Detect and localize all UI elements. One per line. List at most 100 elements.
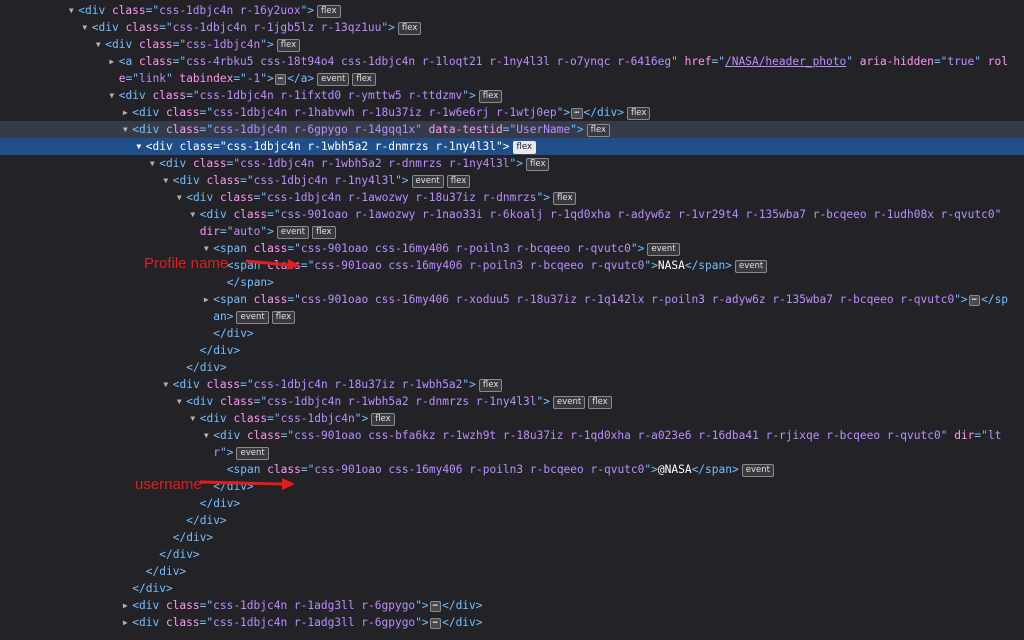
dom-node-row[interactable]: </div>	[0, 325, 1024, 342]
expand-triangle-icon[interactable]: ▼	[93, 36, 103, 53]
node-markup: <div class="css-1dbjc4n r-1adg3ll r-6gpy…	[132, 614, 1010, 631]
event-badge[interactable]: event	[236, 447, 269, 460]
dom-node-row[interactable]: ▼ <div class="css-1dbjc4n r-6gpygo r-14gq…	[0, 121, 1024, 138]
dom-node-row[interactable]: </div>	[0, 529, 1024, 546]
flex-badge[interactable]: flex	[397, 22, 422, 35]
expand-ellipsis-button[interactable]: ⋯	[571, 108, 583, 119]
dom-node-row[interactable]: ▼ <div class="css-1dbjc4n r-1wbh5a2 r-dnm…	[0, 155, 1024, 172]
dom-node-row[interactable]: ▶ <div class="css-1dbjc4n r-1habvwh r-18u…	[0, 104, 1024, 121]
attribute-value: css-1dbjc4n r-18u37iz r-1wbh5a2	[253, 378, 463, 391]
event-badge[interactable]: event	[411, 175, 444, 188]
dom-node-row[interactable]: ▼ <div class="css-901oao css-bfa6kz r-1wz…	[0, 427, 1024, 461]
tag-syntax: ="	[199, 106, 214, 119]
attribute-name: class	[206, 378, 241, 391]
tag-syntax: <div	[132, 599, 166, 612]
flex-badge[interactable]: flex	[588, 396, 612, 409]
dom-node-row[interactable]: </div>	[0, 359, 1024, 376]
tag-syntax: ">	[644, 259, 658, 272]
event-badge[interactable]: event	[553, 396, 586, 409]
dom-node-row[interactable]: ▼ <div class="css-1dbjc4n"> flex	[0, 410, 1024, 427]
dom-node-row[interactable]: ▼ <div class="css-1dbjc4n r-1ny4l3l"> even…	[0, 172, 1024, 189]
attribute-value: css-1dbjc4n r-6gpygo r-14gqq1x	[213, 123, 416, 136]
expand-triangle-icon[interactable]: ▼	[174, 189, 184, 206]
flex-badge[interactable]: flex	[312, 226, 336, 239]
expand-ellipsis-button[interactable]: ⋯	[968, 295, 981, 306]
dom-node-row[interactable]: ▼ <div class="css-1dbjc4n r-1ifxtd0 r-ymt…	[0, 87, 1024, 104]
expand-triangle-icon[interactable]: ▼	[161, 376, 171, 393]
dom-node-row[interactable]: </div>	[0, 563, 1024, 580]
flex-badge[interactable]: flex	[526, 158, 550, 171]
expand-triangle-icon[interactable]: ▼	[188, 410, 198, 427]
expand-triangle-icon[interactable]: ▼	[66, 2, 76, 19]
flex-badge[interactable]: flex	[478, 90, 503, 103]
dom-node-row[interactable]: ▼ <div class="css-901oao r-1awozwy r-1nao…	[0, 206, 1024, 240]
flex-badge[interactable]: flex	[352, 73, 376, 86]
dom-node-row[interactable]: ▶ <span class="css-901oao css-16my406 r-x…	[0, 291, 1024, 325]
flex-badge[interactable]: flex	[478, 379, 503, 392]
event-badge[interactable]: event	[734, 260, 768, 273]
event-badge[interactable]: event	[647, 243, 680, 256]
node-markup: <div class="css-901oao css-bfa6kz r-1wzh…	[213, 427, 1010, 461]
attribute-link[interactable]: /NASA/header_photo	[725, 55, 846, 68]
event-badge[interactable]: event	[317, 73, 350, 86]
dom-node-row[interactable]: ▼ <div class="css-1dbjc4n r-1awozwy r-18u…	[0, 189, 1024, 206]
collapse-triangle-icon[interactable]: ▶	[120, 597, 130, 614]
expand-ellipsis-button[interactable]: ⋯	[274, 74, 287, 85]
expand-ellipsis-button[interactable]: ⋯	[429, 601, 442, 612]
flex-badge[interactable]: flex	[317, 5, 341, 18]
expand-triangle-icon[interactable]: ▼	[174, 393, 184, 410]
collapse-triangle-icon[interactable]: ▶	[120, 614, 130, 631]
flex-badge[interactable]: flex	[553, 192, 577, 205]
dom-node-row[interactable]: ▼ <div class="css-1dbjc4n r-1wbh5a2 r-dnm…	[0, 393, 1024, 410]
expand-triangle-icon[interactable]: ▼	[134, 138, 144, 155]
collapse-triangle-icon[interactable]: ▶	[120, 104, 130, 121]
node-markup: </span>	[227, 274, 1010, 291]
flex-badge[interactable]: flex	[626, 107, 651, 120]
attribute-name: class	[111, 4, 146, 17]
dom-node-row[interactable]: </div>	[0, 546, 1024, 563]
tag-syntax: "	[415, 123, 429, 136]
flex-badge[interactable]: flex	[586, 124, 611, 137]
flex-badge[interactable]: flex	[446, 175, 471, 188]
expand-triangle-icon[interactable]: ▼	[188, 206, 198, 223]
tag-syntax: </span>	[691, 463, 739, 476]
dom-node-row[interactable]: </span>	[0, 274, 1024, 291]
dom-node-row[interactable]: </div>	[0, 512, 1024, 529]
expand-triangle-icon[interactable]: ▼	[161, 172, 171, 189]
tag-syntax: ">	[462, 89, 476, 102]
dom-node-row[interactable]: </div>	[0, 342, 1024, 359]
expand-triangle-icon[interactable]: ▼	[80, 19, 90, 36]
expand-triangle-icon[interactable]: ▼	[147, 155, 157, 172]
flex-badge[interactable]: flex	[271, 311, 296, 324]
dom-node-row[interactable]: ▼ <div class="css-1dbjc4n r-1jgb5lz r-13q…	[0, 19, 1024, 36]
flex-badge[interactable]: flex	[371, 413, 395, 426]
dom-node-row[interactable]: ▶ <div class="css-1dbjc4n r-1adg3ll r-6gp…	[0, 614, 1024, 631]
attribute-value: css-901oao r-1awozwy r-1nao33i r-6koalj …	[280, 208, 995, 221]
dom-node-row[interactable]: ▼ <div class="css-1dbjc4n r-16y2uox"> flex	[0, 2, 1024, 19]
dom-node-row[interactable]: ▼ <div class="css-1dbjc4n"> flex	[0, 36, 1024, 53]
attribute-value: css-901oao css-16my406 r-poiln3 r-bcqeeo…	[314, 463, 645, 476]
tag-syntax: ="	[125, 72, 139, 85]
attribute-value: css-1dbjc4n r-1wbh5a2 r-dnmrzs r-1ny4l3l	[226, 140, 497, 153]
event-badge[interactable]: event	[276, 226, 310, 239]
expand-triangle-icon[interactable]: ▼	[107, 87, 117, 104]
node-markup: <span class="css-901oao css-16my406 r-po…	[213, 240, 1010, 257]
flex-badge[interactable]: flex	[276, 39, 301, 52]
dom-node-row[interactable]: ▼ <div class="css-1dbjc4n r-1wbh5a2 r-dnm…	[0, 138, 1024, 155]
dom-node-row[interactable]: ▶ <div class="css-1dbjc4n r-1adg3ll r-6gp…	[0, 597, 1024, 614]
event-badge[interactable]: event	[741, 464, 774, 477]
collapse-triangle-icon[interactable]: ▶	[201, 291, 211, 308]
dom-node-row[interactable]: </div>	[0, 495, 1024, 512]
dom-node-row[interactable]: ▼ <div class="css-1dbjc4n r-18u37iz r-1wb…	[0, 376, 1024, 393]
dom-node-row[interactable]: </div>	[0, 580, 1024, 597]
attribute-name: class	[192, 157, 227, 170]
expand-triangle-icon[interactable]: ▼	[120, 121, 130, 138]
collapse-triangle-icon[interactable]: ▶	[107, 53, 117, 70]
expand-triangle-icon[interactable]: ▼	[201, 427, 211, 444]
tag-syntax: ="	[253, 191, 268, 204]
flex-badge[interactable]: flex	[512, 141, 536, 154]
event-badge[interactable]: event	[236, 311, 269, 324]
expand-ellipsis-button[interactable]: ⋯	[429, 618, 442, 629]
dom-node-row[interactable]: ▶ <a class="css-4rbku5 css-18t94o4 css-1d…	[0, 53, 1024, 87]
